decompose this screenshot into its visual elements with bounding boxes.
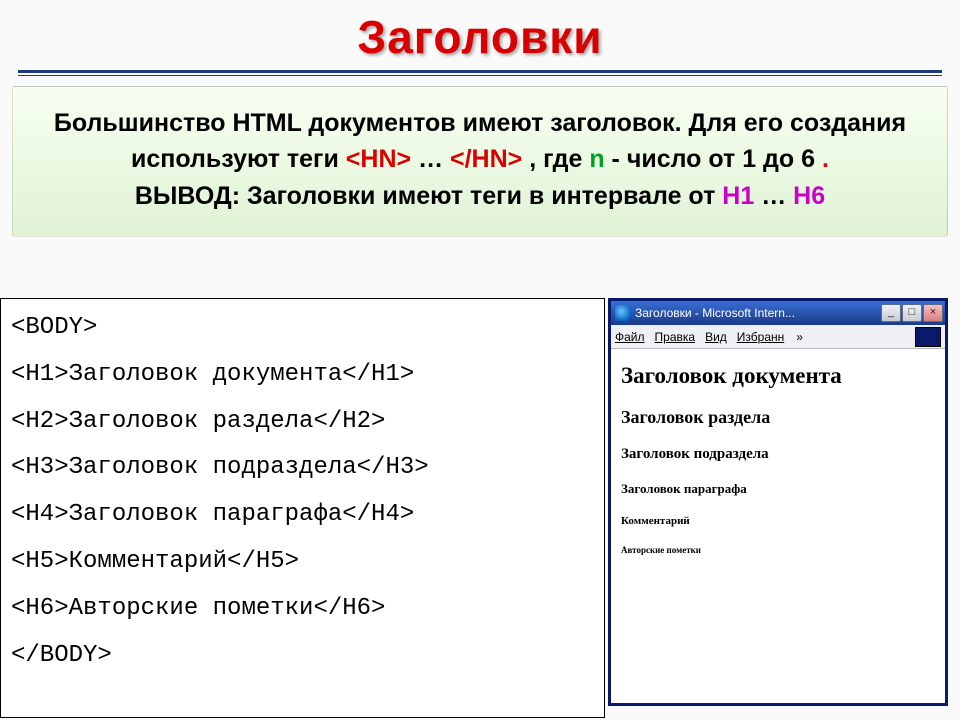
rendered-h1: Заголовок документа: [621, 363, 935, 389]
intro-line2-b: …: [761, 182, 793, 210]
intro-tag-open: <HN>: [346, 145, 411, 173]
code-line-2: <H2>Заголовок раздела</H2>: [11, 408, 385, 435]
code-line-7: </BODY>: [11, 642, 112, 669]
rendered-h4: Заголовок параграфа: [621, 481, 935, 497]
code-line-6: <H6>Авторские пометки</H6>: [11, 595, 385, 622]
code-panel: <BODY> <H1>Заголовок документа</H1> <H2>…: [0, 298, 605, 718]
browser-window: Заголовки - Microsoft Intern... _ □ × Фа…: [608, 298, 948, 706]
close-button[interactable]: ×: [923, 304, 943, 322]
intro-h6: H6: [793, 182, 825, 210]
ie-throbber-icon: [915, 327, 941, 347]
intro-line2-a: ВЫВОД: Заголовки имеют теги в интервале …: [135, 182, 722, 210]
intro-h1: H1: [722, 182, 754, 210]
intro-text-2: , где: [529, 145, 589, 173]
rendered-h6: Авторские пометки: [621, 545, 935, 555]
browser-titlebar[interactable]: Заголовки - Microsoft Intern... _ □ ×: [611, 301, 945, 325]
minimize-button[interactable]: _: [881, 304, 901, 322]
code-line-4: <H4>Заголовок параграфа</H4>: [11, 501, 414, 528]
ie-icon: [615, 305, 631, 321]
window-controls: _ □ ×: [881, 304, 943, 322]
rendered-h2: Заголовок раздела: [621, 407, 935, 428]
browser-title-text: Заголовки - Microsoft Intern...: [635, 306, 877, 320]
intro-text-3: - число от 1 до 6: [612, 145, 816, 173]
rule-bottom: [18, 75, 942, 76]
menu-favorites[interactable]: Избранн: [737, 330, 784, 344]
menu-more[interactable]: »: [796, 330, 803, 344]
code-line-3: <H3>Заголовок подраздела</H3>: [11, 454, 429, 481]
browser-viewport[interactable]: Заголовок документа Заголовок раздела За…: [611, 349, 945, 703]
code-line-5: <H5>Комментарий</H5>: [11, 548, 299, 575]
menu-file[interactable]: Файл: [615, 330, 645, 344]
maximize-button[interactable]: □: [902, 304, 922, 322]
intro-dot: .: [822, 145, 829, 173]
intro-n: n: [589, 145, 604, 173]
browser-menubar: Файл Правка Вид Избранн »: [611, 325, 945, 349]
menu-view[interactable]: Вид: [705, 330, 727, 344]
intro-box: Большинство HTML документов имеют заголо…: [12, 86, 948, 237]
code-line-1: <H1>Заголовок документа</H1>: [11, 361, 414, 388]
menu-edit[interactable]: Правка: [655, 330, 696, 344]
rule-top: [18, 70, 942, 73]
code-line-0: <BODY>: [11, 314, 97, 341]
intro-tag-close: </HN>: [450, 145, 522, 173]
rendered-h5: Комментарий: [621, 515, 935, 527]
rendered-h3: Заголовок подраздела: [621, 446, 935, 463]
page-title: Заголовки: [0, 0, 960, 68]
intro-ellipsis: …: [418, 145, 443, 173]
